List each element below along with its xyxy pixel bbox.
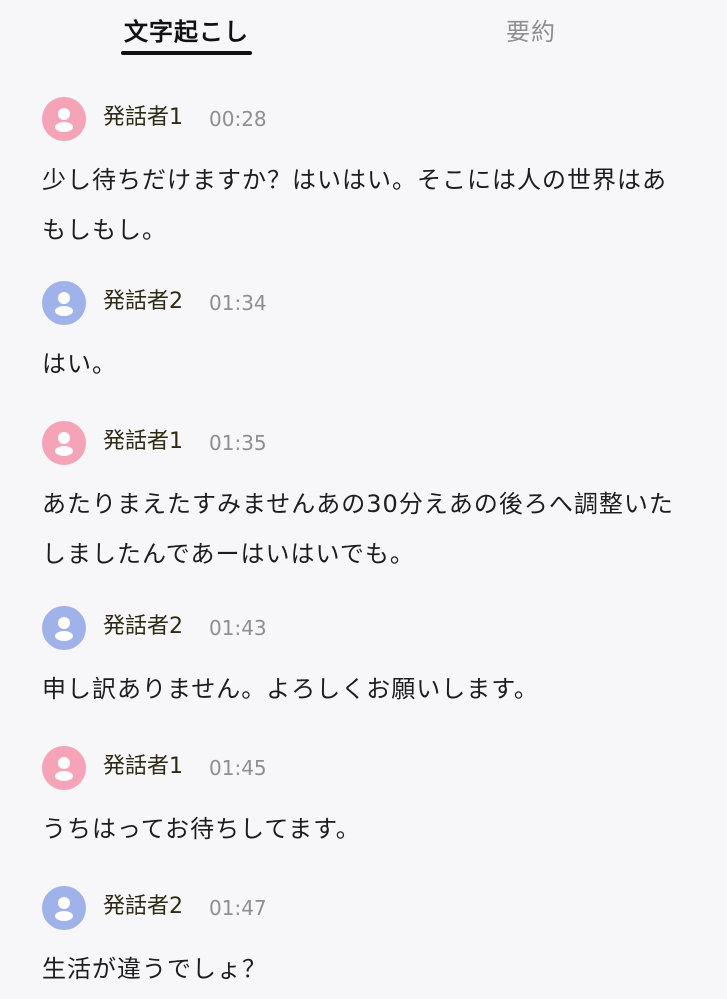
speaker-avatar: [42, 97, 86, 141]
speaker-row: 発話者1 00:28: [42, 97, 682, 141]
timestamp: 01:45: [209, 756, 267, 780]
speaker-name: 発話者1: [103, 754, 183, 779]
speaker-name: 発話者1: [103, 105, 183, 130]
person-icon: [55, 108, 73, 132]
person-icon: [55, 897, 73, 921]
utterance-text: うちはってお待ちしてます。: [42, 815, 361, 843]
timestamp: 01:47: [209, 896, 267, 920]
tab-summary[interactable]: 要約: [506, 14, 556, 50]
utterance-text: 申し訳ありません。よろしくお願いします。: [42, 675, 539, 703]
speaker-avatar: [42, 606, 86, 650]
speaker-name: 発話者1: [103, 429, 183, 454]
utterance-text: はい。: [42, 350, 117, 378]
speaker-row: 発話者1 01:45: [42, 746, 682, 790]
utterance-text: 生活が違うでしょ？: [42, 955, 267, 983]
speaker-row: 発話者2 01:43: [42, 606, 682, 650]
speaker-avatar: [42, 746, 86, 790]
timestamp: 01:34: [209, 291, 267, 315]
speaker-name: 発話者2: [103, 289, 183, 314]
person-icon: [55, 617, 73, 641]
speaker-name: 発話者2: [103, 614, 183, 639]
person-icon: [55, 757, 73, 781]
speaker-avatar: [42, 421, 86, 465]
utterance-text: 少し待ちだけますか？はいはい。そこには人の世界はあもしもし。: [42, 166, 667, 244]
speaker-avatar: [42, 886, 86, 930]
timestamp: 01:35: [209, 431, 267, 455]
speaker-row: 発話者2 01:34: [42, 281, 682, 325]
speaker-avatar: [42, 281, 86, 325]
timestamp: 01:43: [209, 616, 267, 640]
speaker-name: 発話者2: [103, 894, 183, 919]
speaker-row: 発話者2 01:47: [42, 886, 682, 930]
tab-active-indicator: [121, 51, 252, 55]
person-icon: [55, 432, 73, 456]
tab-bar: 文字起こし 要約: [0, 0, 727, 62]
timestamp: 00:28: [209, 107, 267, 131]
person-icon: [55, 292, 73, 316]
speaker-row: 発話者1 01:35: [42, 421, 682, 465]
utterance-text: あたりまえたすみませんあの30分えあの後ろへ調整いたしましたんであーはいはいでも…: [42, 490, 674, 568]
tab-transcript[interactable]: 文字起こし: [124, 14, 249, 50]
